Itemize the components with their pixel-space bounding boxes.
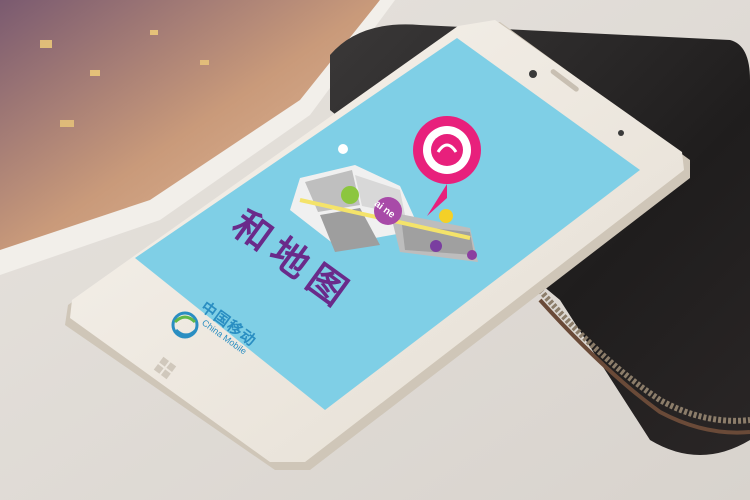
sensor — [618, 130, 624, 136]
front-camera — [529, 70, 537, 78]
photo-scene — [0, 0, 750, 500]
